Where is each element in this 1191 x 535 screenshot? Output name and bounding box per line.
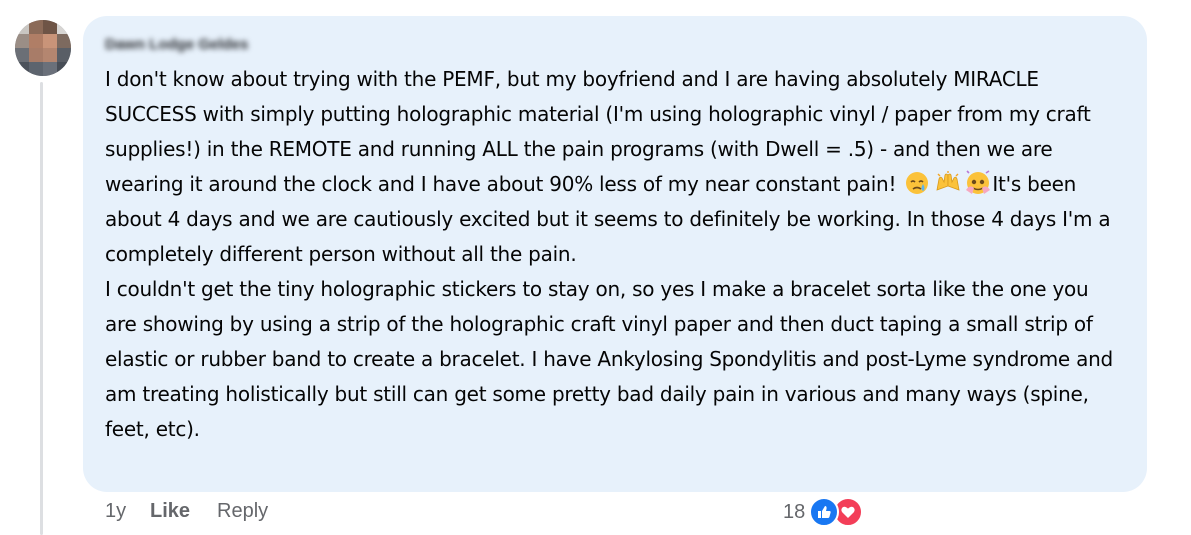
raising-hands-icon [934, 170, 962, 196]
like-button[interactable]: Like [150, 500, 217, 523]
comment-actions: 1y Like Reply [105, 500, 268, 523]
reaction-count[interactable]: 18 [783, 501, 805, 524]
crying-face-icon [904, 170, 932, 196]
reply-button[interactable]: Reply [217, 500, 268, 523]
author-name[interactable]: Dawn Lodge Geldes [105, 36, 248, 53]
face-holding-back-tears-icon [964, 170, 992, 196]
reaction-summary[interactable]: 18 [783, 497, 864, 527]
thread-line [40, 82, 43, 535]
comment-timestamp[interactable]: 1y [105, 500, 150, 523]
comment-author[interactable]: Dawn Lodge Geldes [105, 34, 1125, 54]
like-reaction-icon [809, 497, 840, 527]
comment-paragraph-2: I couldn't get the tiny holographic stic… [105, 277, 1113, 441]
comment-text: I don't know about trying with the PEMF,… [105, 62, 1125, 447]
comment-bubble: Dawn Lodge Geldes I don't know about try… [83, 16, 1147, 492]
avatar[interactable] [15, 20, 71, 76]
